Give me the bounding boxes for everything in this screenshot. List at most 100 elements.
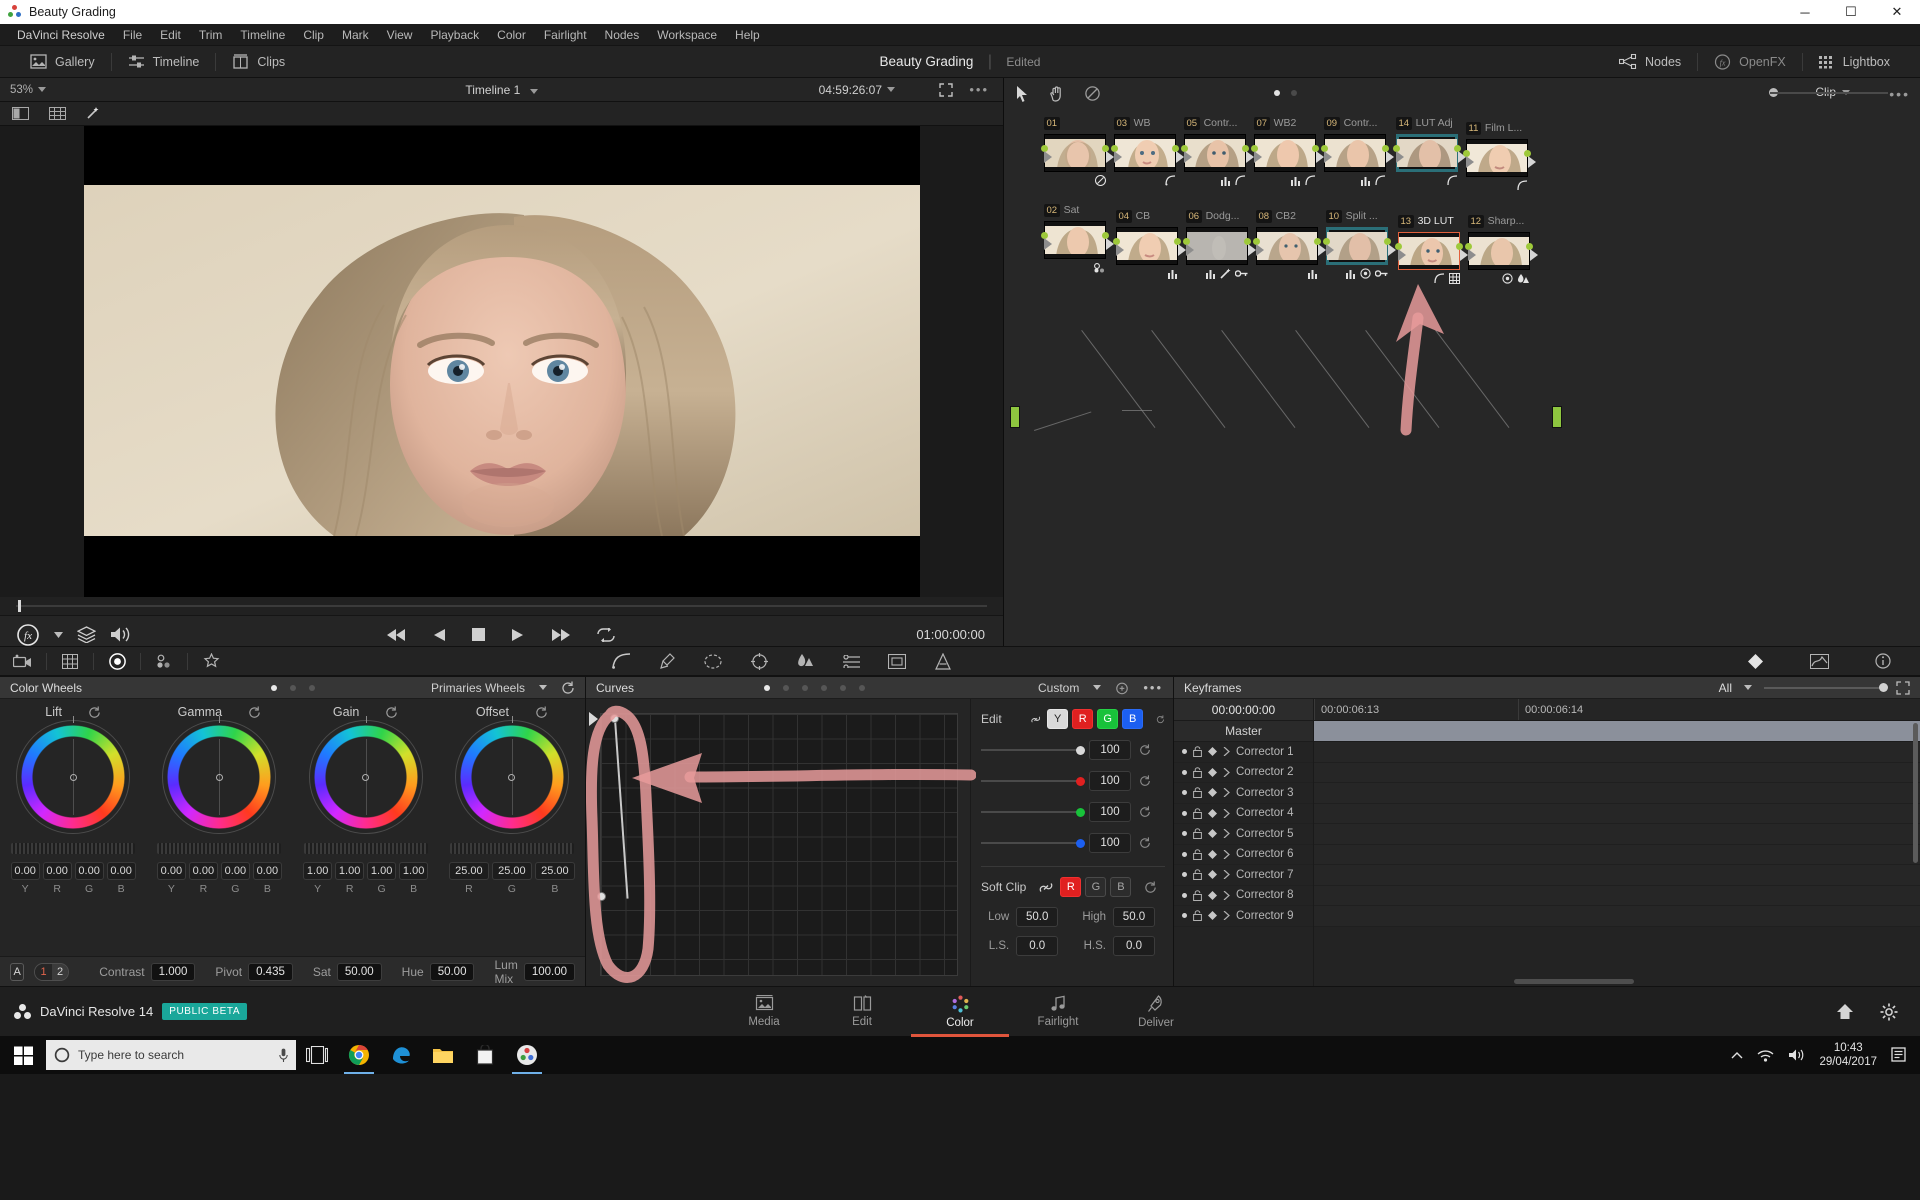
jump-to-start-icon[interactable] bbox=[387, 628, 407, 642]
clips-button[interactable]: Clips bbox=[216, 46, 301, 78]
enable-dot-icon[interactable] bbox=[1182, 769, 1187, 775]
node-01-body[interactable] bbox=[1041, 134, 1114, 172]
magic-mask-icon[interactable] bbox=[188, 653, 234, 669]
lock-icon[interactable] bbox=[1193, 848, 1202, 860]
node-11[interactable]: 11 Film L... bbox=[1463, 122, 1536, 191]
wand-icon[interactable] bbox=[1220, 268, 1231, 279]
node-04-body[interactable] bbox=[1113, 227, 1186, 265]
menu-item-mark[interactable]: Mark bbox=[333, 26, 378, 44]
node-05[interactable]: 05 Contr... bbox=[1181, 117, 1254, 186]
menu-item-davinci-resolve[interactable]: DaVinci Resolve bbox=[8, 26, 114, 44]
menu-item-help[interactable]: Help bbox=[726, 26, 769, 44]
lock-icon[interactable] bbox=[1193, 889, 1202, 901]
softclip-low-value[interactable]: 50.0 bbox=[1016, 907, 1059, 927]
menu-item-nodes[interactable]: Nodes bbox=[596, 26, 649, 44]
key-icon[interactable] bbox=[1375, 268, 1388, 279]
circle-icon[interactable] bbox=[1502, 273, 1513, 284]
blur-icon[interactable] bbox=[782, 653, 828, 669]
gamma-b-value[interactable]: 0.00 bbox=[252, 862, 282, 880]
menu-item-view[interactable]: View bbox=[378, 26, 422, 44]
menu-item-file[interactable]: File bbox=[114, 26, 151, 44]
keyframes-lane[interactable] bbox=[1314, 742, 1920, 763]
taskbar-clock[interactable]: 10:43 29/04/2017 bbox=[1819, 1041, 1877, 1070]
keyframe-track-row[interactable]: Corrector 2 bbox=[1174, 763, 1313, 783]
curve-input-handle[interactable] bbox=[589, 712, 598, 726]
enable-dot-icon[interactable] bbox=[1182, 872, 1187, 878]
reset-y-icon[interactable] bbox=[1139, 744, 1151, 756]
gain-wheel-handle[interactable] bbox=[362, 773, 370, 781]
curve-point-bottom[interactable] bbox=[597, 892, 606, 901]
curve-icon[interactable] bbox=[1517, 180, 1528, 191]
keyframes-filter-label[interactable]: All bbox=[1719, 681, 1732, 695]
viewer-options-kebab[interactable]: ••• bbox=[969, 82, 989, 97]
disable-tool-icon[interactable] bbox=[1085, 86, 1100, 101]
curve-value-g[interactable]: 100 bbox=[1089, 802, 1131, 822]
pivot-value[interactable]: 0.435 bbox=[248, 962, 293, 981]
lock-icon[interactable] bbox=[1193, 828, 1202, 840]
curve-slider-y-knob[interactable] bbox=[1076, 745, 1085, 755]
curve-slider-r-track[interactable] bbox=[981, 776, 1085, 786]
keyframes-horizontal-scrollbar[interactable] bbox=[1514, 979, 1634, 984]
keyframe-track-row[interactable]: Corrector 9 bbox=[1174, 906, 1313, 927]
softclip-high-value[interactable]: 50.0 bbox=[1113, 907, 1155, 927]
menu-item-playback[interactable]: Playback bbox=[421, 26, 488, 44]
keyframes-lane[interactable] bbox=[1314, 885, 1920, 906]
softclip-g-chip[interactable]: G bbox=[1085, 877, 1107, 897]
gain-y-value[interactable]: 1.00 bbox=[303, 862, 333, 880]
channel-r-chip[interactable]: R bbox=[1072, 709, 1094, 729]
node-08-body[interactable] bbox=[1253, 227, 1326, 265]
node-14[interactable]: 14 LUT Adj bbox=[1393, 117, 1466, 186]
gain-b-value[interactable]: 1.00 bbox=[399, 862, 429, 880]
microphone-icon[interactable] bbox=[279, 1048, 288, 1063]
power-window-icon[interactable] bbox=[690, 653, 736, 669]
primaries-bars-icon[interactable] bbox=[141, 654, 187, 669]
curve-value-b[interactable]: 100 bbox=[1089, 833, 1131, 853]
curve-slider-g-track[interactable] bbox=[981, 807, 1085, 817]
keyframes-zoom-slider[interactable] bbox=[1764, 682, 1888, 692]
page-tab-deliver[interactable]: Deliver bbox=[1107, 987, 1205, 1037]
magic-wand-icon[interactable] bbox=[86, 107, 101, 120]
lock-icon[interactable] bbox=[1193, 869, 1202, 881]
link-softclip-icon[interactable] bbox=[1039, 881, 1053, 894]
lock-icon[interactable] bbox=[1193, 746, 1202, 758]
offset-g-value[interactable]: 25.00 bbox=[491, 862, 532, 880]
reset-curves-icon[interactable] bbox=[1156, 713, 1165, 726]
edge-icon[interactable] bbox=[380, 1036, 422, 1074]
expand-chevron-icon[interactable] bbox=[1223, 829, 1230, 839]
lift-y-value[interactable]: 0.00 bbox=[10, 862, 40, 880]
node-06-body[interactable] bbox=[1183, 227, 1256, 265]
chrome-icon[interactable] bbox=[338, 1036, 380, 1074]
lock-icon[interactable] bbox=[1193, 910, 1202, 922]
node-01[interactable]: 01 bbox=[1041, 117, 1114, 186]
data-burn-icon[interactable] bbox=[920, 652, 966, 670]
key-mixer-icon[interactable] bbox=[828, 654, 874, 668]
resolve-icon[interactable] bbox=[506, 1036, 548, 1074]
gamma-y-value[interactable]: 0.00 bbox=[156, 862, 186, 880]
curve-value-r[interactable]: 100 bbox=[1089, 771, 1131, 791]
keyframes-vertical-scrollbar[interactable] bbox=[1913, 723, 1918, 863]
node-09[interactable]: 09 Contr... bbox=[1321, 117, 1394, 186]
bars-icon[interactable] bbox=[1308, 268, 1318, 279]
keyframes-master-lane[interactable] bbox=[1314, 721, 1920, 742]
reset-gamma-icon[interactable] bbox=[248, 705, 261, 719]
curves-page-dots[interactable] bbox=[456, 684, 1173, 691]
node-graph-canvas[interactable]: 01 03 WB 05 Contr... 07 WB2 09 Contr... … bbox=[1004, 110, 1920, 646]
node-07-body[interactable] bbox=[1251, 134, 1324, 172]
lift-wheel[interactable] bbox=[16, 716, 131, 834]
menu-item-trim[interactable]: Trim bbox=[190, 26, 232, 44]
keyframe-track-row[interactable]: Corrector 7 bbox=[1174, 865, 1313, 886]
keyframes-tab-icon[interactable] bbox=[1732, 653, 1778, 670]
sat-value[interactable]: 50.00 bbox=[336, 962, 382, 981]
keyframe-track-row[interactable]: Corrector 4 bbox=[1174, 804, 1313, 824]
power-icon[interactable] bbox=[1095, 175, 1106, 186]
channel-g-chip[interactable]: G bbox=[1097, 709, 1119, 729]
offset-wheel-handle[interactable] bbox=[508, 773, 516, 781]
curves-graph-area[interactable] bbox=[586, 699, 976, 986]
keyframe-track-row[interactable]: Corrector 3 bbox=[1174, 783, 1313, 804]
expand-chevron-icon[interactable] bbox=[1223, 808, 1230, 818]
reset-softclip-icon[interactable] bbox=[1144, 880, 1157, 894]
node-02[interactable]: 02 Sat bbox=[1041, 204, 1114, 273]
keyframe-diamond-icon[interactable] bbox=[1208, 890, 1217, 900]
bars-icon[interactable] bbox=[1361, 175, 1371, 186]
curve-icon[interactable] bbox=[1235, 175, 1246, 186]
